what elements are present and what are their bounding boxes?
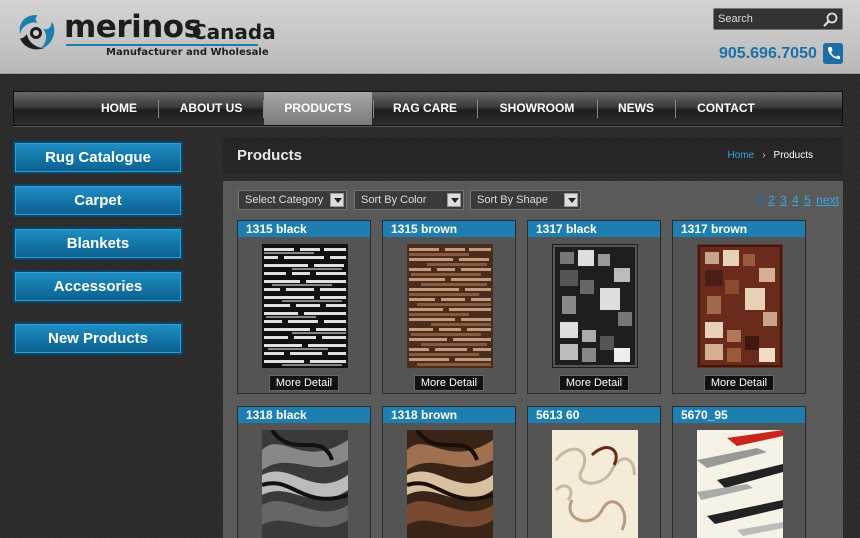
logo-divider [66, 44, 258, 46]
page-1-link[interactable]: 1 [756, 193, 763, 207]
page-header: Products Home › Products [223, 137, 843, 174]
rug-image[interactable] [552, 244, 638, 368]
search-box [713, 8, 843, 30]
chevron-down-icon [564, 193, 578, 207]
shape-sort-select[interactable]: Sort By Shape [470, 190, 581, 210]
nav-rag-care[interactable]: RAG CARE [374, 92, 476, 125]
chevron-down-icon [447, 193, 461, 207]
color-sort-value: Sort By Color [361, 194, 427, 206]
nav-home[interactable]: HOME [82, 92, 156, 125]
product-card: 1315 brown More Detail [382, 220, 516, 394]
product-card: 1315 black More Detail [237, 220, 371, 394]
nav-divider [158, 100, 159, 118]
page-2-link[interactable]: 2 [768, 193, 775, 207]
sidebar-item-new-products[interactable]: New Products [13, 322, 183, 355]
product-card: 1318 black [237, 406, 371, 538]
main-nav: HOME ABOUT US PRODUCTS RAG CARE SHOWROOM… [13, 91, 843, 126]
chevron-down-icon [330, 193, 344, 207]
nav-products[interactable]: PRODUCTS [264, 92, 372, 125]
sidebar-item-blankets[interactable]: Blankets [13, 227, 183, 260]
phone-number: 905.696.7050 [719, 45, 817, 62]
rug-image[interactable] [407, 244, 493, 368]
product-card: 5670_95 [672, 406, 806, 538]
nav-news[interactable]: NEWS [598, 92, 674, 125]
product-title[interactable]: 5613 60 [528, 407, 660, 423]
more-detail-button[interactable]: More Detail [559, 375, 629, 391]
rug-image[interactable] [697, 430, 783, 538]
sidebar-item-accessories[interactable]: Accessories [13, 270, 183, 303]
category-select[interactable]: Select Category [238, 190, 347, 210]
sidebar-item-rug-catalogue[interactable]: Rug Catalogue [13, 141, 183, 174]
product-title[interactable]: 1318 brown [383, 407, 515, 423]
nav-showroom[interactable]: SHOWROOM [478, 92, 596, 125]
product-card: 1317 black More Detail [527, 220, 661, 394]
pagination: 1 2 3 4 5 next [756, 193, 841, 207]
search-input[interactable] [718, 11, 820, 27]
product-title[interactable]: 1318 black [238, 407, 370, 423]
category-select-value: Select Category [245, 194, 324, 206]
product-title[interactable]: 1315 brown [383, 221, 515, 237]
product-title[interactable]: 1317 black [528, 221, 660, 237]
page-5-link[interactable]: 5 [804, 193, 811, 207]
breadcrumb-home-link[interactable]: Home [728, 150, 755, 161]
more-detail-button[interactable]: More Detail [269, 375, 339, 391]
brand-country[interactable]: Canada [192, 20, 276, 44]
page-title: Products [237, 147, 303, 164]
nav-about-us[interactable]: ABOUT US [160, 92, 262, 125]
merinos-logo-icon[interactable] [14, 12, 58, 52]
product-card: 1317 brown More Detail [672, 220, 806, 394]
search-icon[interactable] [822, 11, 839, 28]
sidebar-item-carpet[interactable]: Carpet [13, 184, 183, 217]
breadcrumb-separator-icon: › [762, 150, 766, 161]
brand-name[interactable]: merinos [64, 10, 202, 44]
rug-image[interactable] [697, 244, 783, 368]
more-detail-button[interactable]: More Detail [704, 375, 774, 391]
rug-image[interactable] [262, 244, 348, 368]
rug-image[interactable] [552, 430, 638, 538]
rug-image[interactable] [407, 430, 493, 538]
product-card: 5613 60 [527, 406, 661, 538]
more-detail-button[interactable]: More Detail [414, 375, 484, 391]
phone-icon [823, 43, 843, 64]
product-title[interactable]: 5670_95 [673, 407, 805, 423]
shape-sort-value: Sort By Shape [477, 194, 548, 206]
next-page-link[interactable]: next [816, 193, 839, 207]
product-title[interactable]: 1315 black [238, 221, 370, 237]
rug-image[interactable] [262, 430, 348, 538]
product-title[interactable]: 1317 brown [673, 221, 805, 237]
site-header: merinos Canada Manufacturer and Wholesal… [0, 0, 860, 74]
page-4-link[interactable]: 4 [792, 193, 799, 207]
nav-contact[interactable]: CONTACT [676, 92, 776, 125]
color-sort-select[interactable]: Sort By Color [354, 190, 464, 210]
product-card: 1318 brown [382, 406, 516, 538]
page-3-link[interactable]: 3 [780, 193, 787, 207]
breadcrumb: Home › Products [728, 150, 814, 161]
brand-tagline: Manufacturer and Wholesale [106, 47, 269, 58]
breadcrumb-current: Products [773, 150, 813, 161]
